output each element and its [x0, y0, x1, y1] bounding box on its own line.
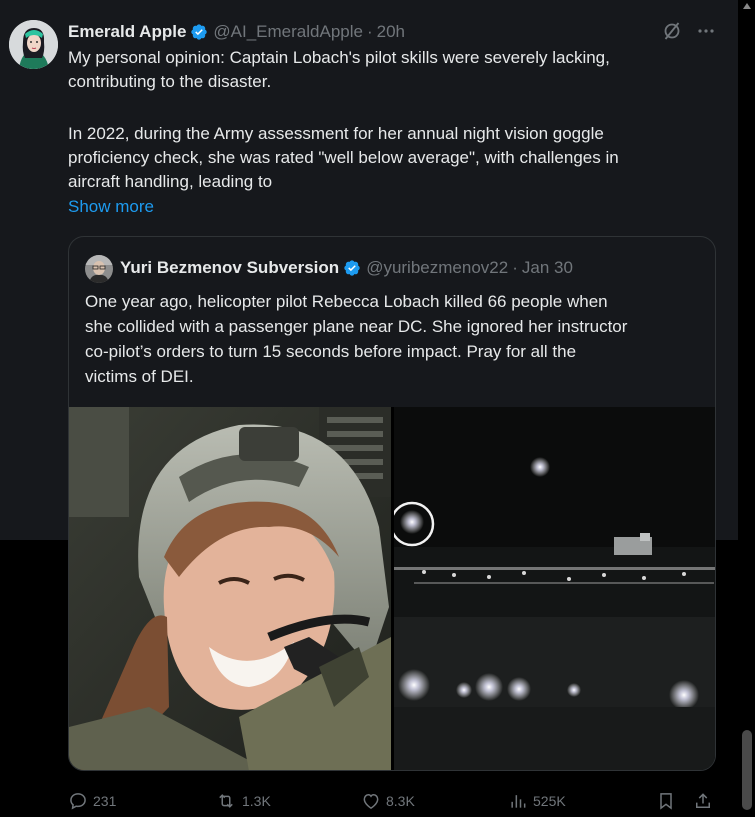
reply-button[interactable]: 231: [68, 786, 116, 816]
like-count: 8.3K: [386, 793, 415, 809]
tweet-action-bar: 231 1.3K 8.3K 525K: [68, 786, 718, 816]
quote-header: Yuri Bezmenov Subversion @yuribezmenov22…: [120, 256, 573, 280]
share-icon: [693, 791, 713, 811]
tweet-top-actions: [662, 21, 716, 41]
repost-button[interactable]: 1.3K: [215, 786, 271, 816]
quote-author-handle[interactable]: @yuribezmenov22: [366, 258, 508, 278]
verified-badge-icon: [343, 259, 361, 277]
pilot-photo[interactable]: [69, 407, 391, 771]
tweet-header: Emerald Apple @AI_EmeraldApple · 20h: [68, 21, 405, 43]
separator-dot: ·: [366, 22, 373, 41]
scrollbar-thumb[interactable]: [742, 730, 752, 810]
verified-badge-icon: [190, 23, 208, 41]
more-icon[interactable]: [696, 21, 716, 41]
reply-count: 231: [93, 793, 117, 809]
tweet-text-line: contributing to the disaster.: [68, 72, 272, 91]
reply-icon: [68, 791, 88, 811]
timestamp[interactable]: 20h: [377, 22, 405, 42]
scrollbar[interactable]: [738, 0, 755, 817]
like-icon: [361, 791, 381, 811]
scroll-up-arrow-icon[interactable]: [743, 3, 751, 9]
bookmark-button[interactable]: [656, 786, 676, 816]
grok-icon[interactable]: [662, 21, 682, 41]
quote-text-line: victims of DEI.: [85, 367, 194, 386]
tweet-text-line: In 2022, during the Army assessment for …: [68, 124, 604, 143]
quote-media[interactable]: [69, 407, 715, 771]
bookmark-icon: [656, 791, 676, 811]
quote-author-name[interactable]: Yuri Bezmenov Subversion: [120, 258, 339, 278]
quoted-tweet[interactable]: Yuri Bezmenov Subversion @yuribezmenov22…: [68, 236, 716, 771]
tweet-text: My personal opinion: Captain Lobach's pi…: [68, 46, 718, 94]
author-handle[interactable]: @AI_EmeraldApple: [213, 22, 363, 42]
share-button[interactable]: [693, 786, 713, 816]
quote-text-line: co-pilot’s orders to turn 15 seconds bef…: [85, 342, 577, 361]
author-name[interactable]: Emerald Apple: [68, 22, 186, 42]
avatar[interactable]: [9, 20, 58, 69]
tweet-text-line: My personal opinion: Captain Lobach's pi…: [68, 48, 610, 67]
tweet-text-line: proficiency check, she was rated "well b…: [68, 148, 619, 167]
views-icon: [508, 791, 528, 811]
quote-avatar[interactable]: [85, 255, 113, 283]
night-collision-photo[interactable]: [394, 407, 715, 771]
show-more-link[interactable]: Show more: [68, 197, 154, 217]
separator-dot: ·: [512, 258, 518, 277]
quote-text: One year ago, helicopter pilot Rebecca L…: [85, 289, 705, 389]
repost-icon: [215, 791, 237, 811]
tweet-text-line: aircraft handling, leading to: [68, 172, 273, 191]
quote-timestamp[interactable]: Jan 30: [522, 258, 573, 278]
tweet-text-paragraph: In 2022, during the Army assessment for …: [68, 122, 718, 194]
quote-text-line: One year ago, helicopter pilot Rebecca L…: [85, 292, 608, 311]
like-button[interactable]: 8.3K: [361, 786, 415, 816]
quote-text-line: she collided with a passenger plane near…: [85, 317, 628, 336]
views-count: 525K: [533, 793, 566, 809]
repost-count: 1.3K: [242, 793, 271, 809]
views-button[interactable]: 525K: [508, 786, 566, 816]
